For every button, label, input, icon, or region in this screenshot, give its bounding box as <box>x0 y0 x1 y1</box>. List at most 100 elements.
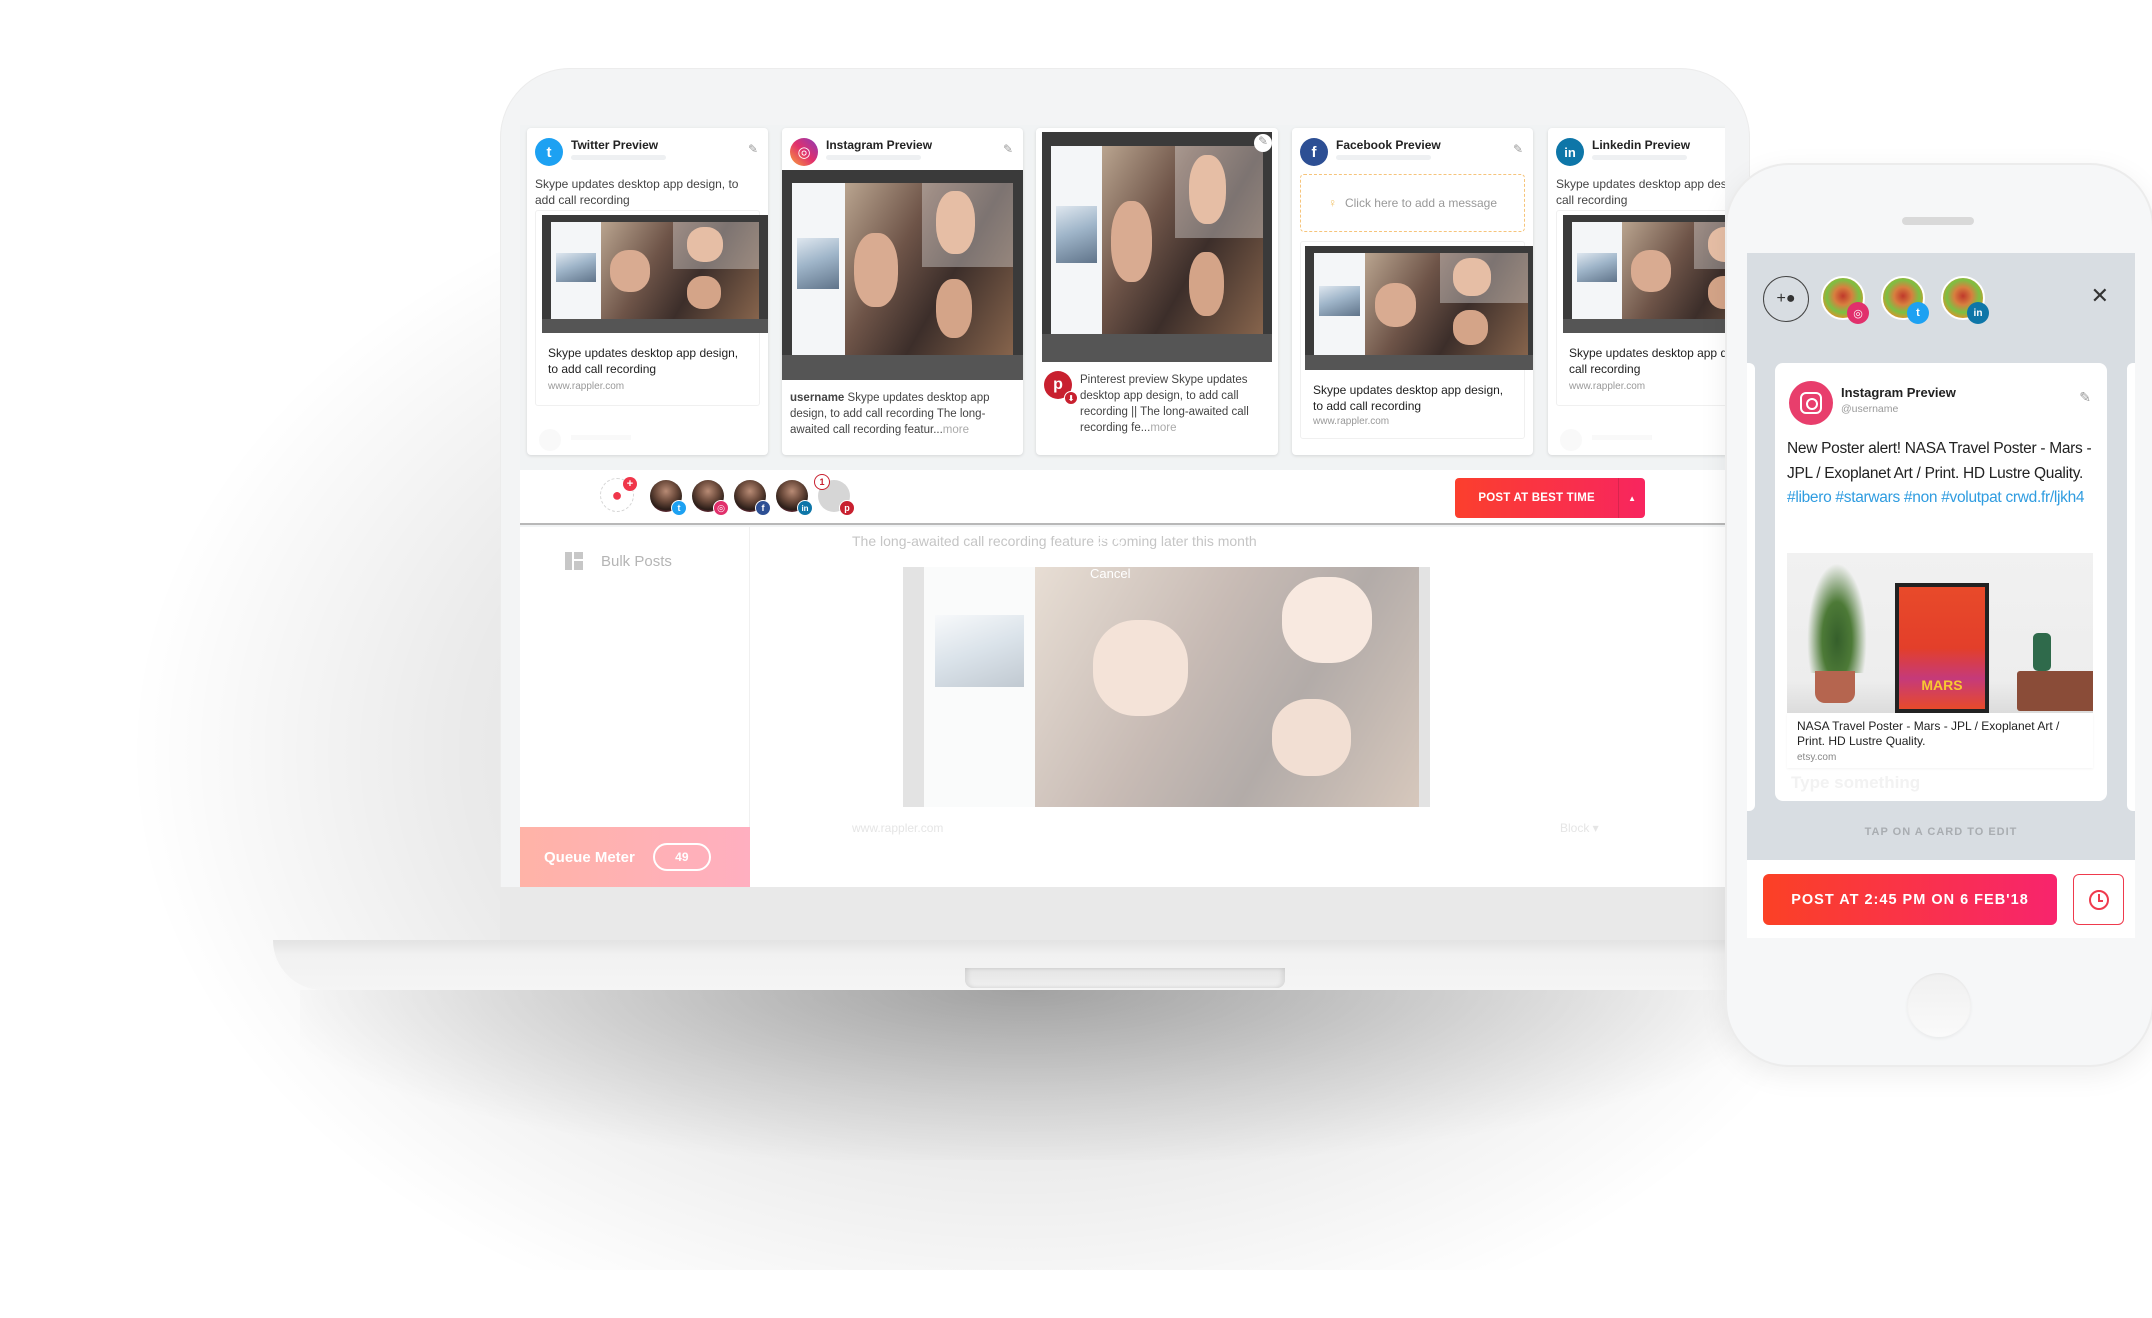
lantern-graphic <box>2033 633 2051 671</box>
link-image: MARS <box>1787 553 2093 713</box>
schedule-time-button[interactable] <box>2073 874 2124 925</box>
instagram-icon: ◎ <box>790 138 818 166</box>
card-title: Instagram Preview <box>826 138 933 152</box>
caption-username: username <box>790 392 845 404</box>
pencil-icon[interactable]: ✎ <box>748 142 758 156</box>
next-card-edge[interactable] <box>2127 363 2135 811</box>
card-header: in Linkedin Preview <box>1556 136 1725 170</box>
short-link[interactable]: crwd.fr/ljkh4 <box>2005 489 2084 506</box>
link-url: www.rappler.com <box>1313 416 1390 427</box>
plus-icon: + <box>623 477 637 491</box>
laptop-screen: t Twitter Preview ✎ Skype updates deskto… <box>520 125 1725 887</box>
pot-graphic <box>1815 671 1855 703</box>
post-text: New Poster alert! NASA Travel Poster - M… <box>1787 437 2095 511</box>
laptop-chin <box>500 887 1750 943</box>
post-media-image <box>903 567 1430 807</box>
post-description: The long-awaited call recording feature … <box>852 533 1257 549</box>
post-image <box>1042 132 1272 362</box>
pencil-icon[interactable]: ✎ <box>1513 142 1523 156</box>
post-at-best-time-button[interactable]: POST AT BEST TIME ▲ <box>1455 478 1645 518</box>
plant-graphic <box>1807 563 1867 673</box>
link-image <box>1563 215 1725 333</box>
close-icon[interactable]: ✕ <box>2091 283 2109 309</box>
link-preview[interactable]: Skype updates desktop app design, to add… <box>535 210 768 406</box>
tap-to-edit-hint: TAP ON A CARD TO EDIT <box>1864 826 2018 838</box>
queue-meter[interactable]: Queue Meter 49 <box>520 827 750 887</box>
schedule-post-button[interactable]: POST AT 2:45 PM ON 6 FEB'18 <box>1763 874 2057 925</box>
laptop-notch <box>965 968 1285 988</box>
facebook-preview-card[interactable]: f Facebook Preview ✎ ♀ Click here to add… <box>1292 128 1533 455</box>
linkedin-icon: in <box>1967 302 1989 324</box>
instagram-preview-card[interactable]: ◎ Instagram Preview ✎ username Skype upd… <box>782 128 1023 455</box>
pinterest-icon: p <box>839 500 855 516</box>
user-icon: ● <box>611 484 623 505</box>
post-text: Skype updates desktop app design, to add… <box>535 177 739 207</box>
card-subtitle-placeholder <box>571 155 666 160</box>
card-username: @username <box>1841 403 1899 415</box>
lightbulb-icon: ♀ <box>1327 196 1337 210</box>
instagram-preview-card[interactable]: Instagram Preview @username ✎ New Poster… <box>1775 363 2107 801</box>
post-caption: username Skype updates desktop app desig… <box>790 390 1015 438</box>
link-title: Skype updates desktop app design, to add… <box>548 346 739 376</box>
linkedin-preview-card[interactable]: in Linkedin Preview Skype updates deskto… <box>1548 128 1725 455</box>
close-icon: × <box>1097 537 1124 563</box>
queue-meter-label: Queue Meter <box>544 848 635 866</box>
twitter-icon: t <box>1907 302 1929 324</box>
cancel-upload-button[interactable]: × Cancel <box>1090 537 1130 581</box>
phone-speaker <box>1902 217 1974 225</box>
previous-card-edge[interactable] <box>1747 363 1755 811</box>
pinterest-icon: p ⬇ <box>1044 371 1078 405</box>
card-subtitle-placeholder <box>826 155 921 160</box>
message-input[interactable]: Type something <box>1791 773 1920 793</box>
card-subtitle-placeholder <box>1592 155 1687 160</box>
add-user-icon: +● <box>1776 290 1796 307</box>
add-account-button[interactable]: +● <box>1763 276 1809 322</box>
link-title: Skype updates desktop app design, to add… <box>1569 346 1725 376</box>
chevron-up-icon[interactable]: ▲ <box>1618 478 1645 518</box>
instagram-icon: ◎ <box>713 500 729 516</box>
editor-area: Bulk Posts Queue Meter 49 The long-await… <box>520 527 1725 887</box>
notification-count-badge: 1 <box>814 474 830 490</box>
pinterest-preview-card[interactable]: ✎ p ⬇ Pinterest preview Skype updates des… <box>1036 128 1278 455</box>
link-preview[interactable]: Skype updates desktop app design, to add… <box>1300 241 1533 439</box>
account-avatar-linkedin[interactable]: in <box>776 480 813 516</box>
pencil-icon[interactable]: ✎ <box>1003 142 1013 156</box>
twitter-preview-card[interactable]: t Twitter Preview ✎ Skype updates deskto… <box>527 128 768 455</box>
suitcase-graphic <box>2017 671 2093 711</box>
add-message-box[interactable]: ♀ Click here to add a message <box>1300 174 1525 232</box>
bulk-posts-label: Bulk Posts <box>601 552 672 570</box>
more-link[interactable]: more <box>1150 422 1176 434</box>
poster-graphic: MARS <box>1895 583 1989 713</box>
account-avatar-twitter[interactable]: t <box>1881 276 1929 324</box>
instagram-icon <box>1789 381 1833 425</box>
account-avatar-twitter[interactable]: t <box>650 480 687 516</box>
post-image <box>782 170 1023 380</box>
account-avatar-instagram[interactable]: ◎ <box>692 480 729 516</box>
block-dropdown[interactable]: Block ▾ <box>1560 821 1599 835</box>
link-title: Skype updates desktop app design, to add… <box>1313 383 1504 413</box>
card-header: t Twitter Preview ✎ <box>535 136 760 170</box>
account-avatar-facebook[interactable]: f <box>734 480 771 516</box>
post-button-label: POST AT BEST TIME <box>1478 492 1595 504</box>
account-avatar-pinterest[interactable]: 1 p <box>814 474 855 516</box>
twitter-icon: t <box>671 500 687 516</box>
add-account-button[interactable]: ● + <box>600 477 637 512</box>
ghost-row <box>535 429 752 451</box>
bulk-posts-item[interactable]: Bulk Posts <box>565 552 672 570</box>
pencil-icon[interactable]: ✎ <box>1254 134 1272 152</box>
facebook-icon: f <box>1300 138 1328 166</box>
account-avatar-linkedin[interactable]: in <box>1941 276 1989 324</box>
card-subtitle-placeholder <box>1336 155 1431 160</box>
link-preview[interactable]: NASA Travel Poster - Mars - JPL / Exopla… <box>1787 713 2093 768</box>
link-preview[interactable]: Skype updates desktop app design, to add… <box>1556 210 1725 406</box>
laptop-shadow <box>300 990 1750 1160</box>
hashtags[interactable]: #libero #starwars #non #volutpat <box>1787 489 2002 506</box>
link-url: etsy.com <box>1797 752 1837 763</box>
account-avatar-instagram[interactable]: ◎ <box>1821 276 1869 324</box>
post-text: Skype updates desktop app design, to add… <box>1556 177 1725 207</box>
cancel-label: Cancel <box>1090 566 1131 581</box>
link-image <box>542 215 768 333</box>
link-url: www.rappler.com <box>548 381 625 392</box>
pencil-icon[interactable]: ✎ <box>2079 389 2091 406</box>
more-link[interactable]: more <box>943 424 969 436</box>
